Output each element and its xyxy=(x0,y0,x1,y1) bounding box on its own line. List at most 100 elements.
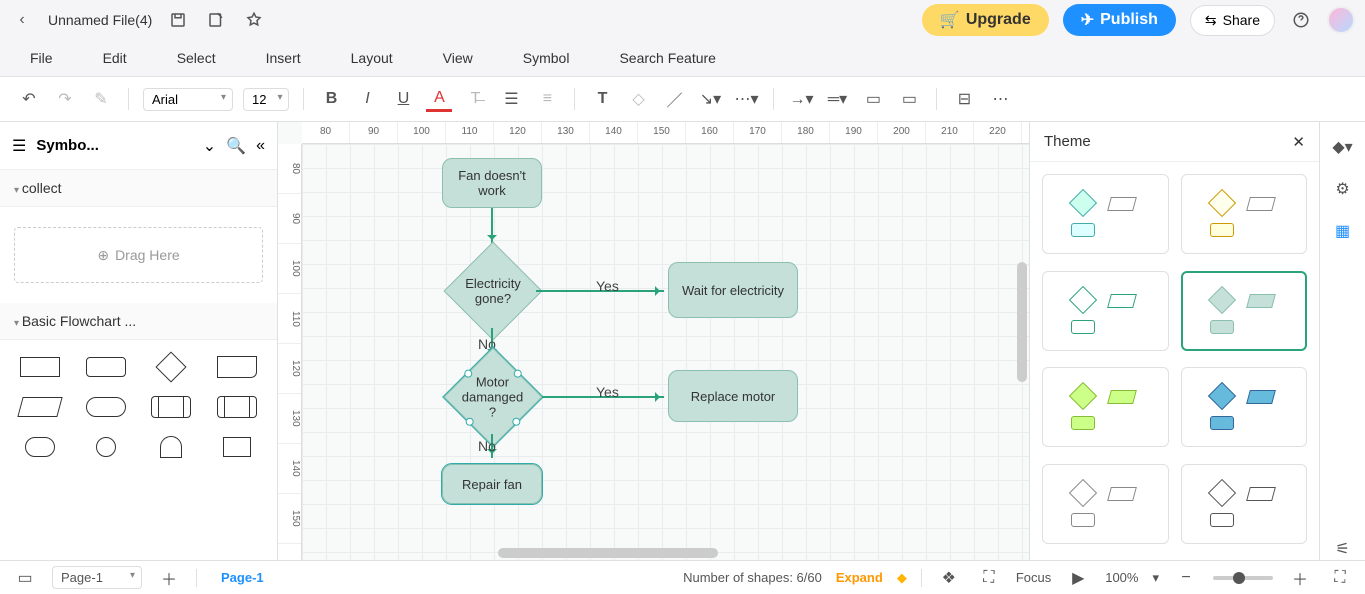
menu-select[interactable]: Select xyxy=(177,50,216,66)
theme-card[interactable] xyxy=(1042,367,1169,447)
clear-format-icon[interactable]: T̶ xyxy=(462,86,488,112)
avatar[interactable] xyxy=(1327,6,1355,34)
horizontal-scrollbar[interactable] xyxy=(498,548,718,558)
undo-icon[interactable]: ↶ xyxy=(16,86,42,112)
layout-icon[interactable]: ▭ xyxy=(12,565,38,591)
menu-search[interactable]: Search Feature xyxy=(619,50,716,66)
menu-file[interactable]: File xyxy=(30,50,53,66)
theme-title: Theme xyxy=(1044,133,1091,150)
add-page-icon[interactable]: ＋ xyxy=(156,565,182,591)
arrow-line-icon[interactable]: →▾ xyxy=(788,86,814,112)
node-decision-motor[interactable]: Motor damanged ? xyxy=(444,348,543,447)
shape-rounded[interactable] xyxy=(78,352,134,382)
theme-card[interactable] xyxy=(1042,174,1169,254)
line-spacing-icon[interactable]: ≡ xyxy=(534,86,560,112)
zoom-slider[interactable] xyxy=(1213,576,1273,580)
shape-decision[interactable] xyxy=(144,352,200,382)
theme-card[interactable] xyxy=(1181,367,1308,447)
node-wait[interactable]: Wait for electricity xyxy=(668,262,798,318)
shape-offpage[interactable] xyxy=(209,432,265,462)
section-basic-flowchart[interactable]: Basic Flowchart ... xyxy=(0,303,277,340)
toolbar: ↶ ↷ ✎ Arial 12 B I U A T̶ ☰ ≡ T ◇ ／ ↘▾ ⋯… xyxy=(0,76,1365,122)
theme-card[interactable] xyxy=(1042,271,1169,351)
shapes-count: Number of shapes: 6/60 xyxy=(683,570,822,585)
export-icon[interactable] xyxy=(204,8,228,32)
shape-stored[interactable] xyxy=(209,392,265,422)
font-size-select[interactable]: 12 xyxy=(243,88,289,111)
menu-symbol[interactable]: Symbol xyxy=(523,50,570,66)
share-button[interactable]: ⇆Share xyxy=(1190,5,1275,36)
menu-insert[interactable]: Insert xyxy=(266,50,301,66)
connector-icon[interactable]: ↘▾ xyxy=(697,86,723,112)
shape-predefined[interactable] xyxy=(144,392,200,422)
shape-process[interactable] xyxy=(12,352,68,382)
canvas-area[interactable]: 8090100110120130140150160170180190200210… xyxy=(278,122,1029,560)
focus-label[interactable]: Focus xyxy=(1016,570,1051,585)
page-select[interactable]: Page-1 xyxy=(52,566,142,589)
node-start[interactable]: Fan doesn't work xyxy=(442,158,542,208)
font-select[interactable]: Arial xyxy=(143,88,233,111)
settings-icon[interactable]: ⚙ xyxy=(1332,178,1354,200)
search-icon[interactable]: 🔍 xyxy=(226,136,246,156)
line-style-icon[interactable]: ═▾ xyxy=(824,86,850,112)
zoom-level[interactable]: 100% xyxy=(1105,570,1138,585)
apps-icon[interactable]: ▦ xyxy=(1332,220,1354,242)
distribute-icon[interactable]: ⊟ xyxy=(951,86,977,112)
text-tool-icon[interactable]: T xyxy=(589,86,615,112)
help-icon[interactable] xyxy=(1289,8,1313,32)
diamond-icon[interactable]: ◆ xyxy=(897,570,907,586)
save-icon[interactable] xyxy=(166,8,190,32)
menu-layout[interactable]: Layout xyxy=(351,50,393,66)
theme-card-selected[interactable] xyxy=(1181,271,1308,351)
redo-icon[interactable]: ↷ xyxy=(52,86,78,112)
collapse-icon[interactable]: « xyxy=(256,137,265,155)
node-decision-electricity[interactable]: Electricity gone? xyxy=(444,242,543,341)
align-icon[interactable]: ☰ xyxy=(498,86,524,112)
vertical-scrollbar[interactable] xyxy=(1017,262,1027,382)
line-color-icon[interactable]: ／ xyxy=(661,86,687,112)
star-icon[interactable] xyxy=(242,8,266,32)
back-icon[interactable]: ‹ xyxy=(10,8,34,32)
fullscreen-icon[interactable]: ⛶ xyxy=(1327,565,1353,591)
close-icon[interactable]: ✕ xyxy=(1292,133,1305,151)
node-replace[interactable]: Replace motor xyxy=(668,370,798,422)
menu-view[interactable]: View xyxy=(443,50,473,66)
format-painter-icon[interactable]: ✎ xyxy=(88,86,114,112)
focus-icon[interactable]: ⛶ xyxy=(976,565,1002,591)
shape-document[interactable] xyxy=(209,352,265,382)
underline-icon[interactable]: U xyxy=(390,86,416,112)
bold-icon[interactable]: B xyxy=(318,86,344,112)
page-tab[interactable]: Page-1 xyxy=(211,566,274,589)
more-icon[interactable]: ⋯ xyxy=(987,86,1013,112)
shape-data[interactable] xyxy=(12,392,68,422)
style-icon[interactable]: ⋯▾ xyxy=(733,86,759,112)
layers-icon[interactable]: ❖ xyxy=(936,565,962,591)
fill-icon[interactable]: ◇ xyxy=(625,86,651,112)
expand-icon[interactable]: ⌄ xyxy=(203,136,216,156)
section-collect[interactable]: collect xyxy=(0,170,277,207)
menu-edit[interactable]: Edit xyxy=(103,50,127,66)
shape-display[interactable] xyxy=(12,432,68,462)
shape-terminator[interactable] xyxy=(78,392,134,422)
theme-card[interactable] xyxy=(1181,174,1308,254)
publish-button[interactable]: ✈Publish xyxy=(1063,4,1176,36)
shape-manual-input[interactable] xyxy=(144,432,200,462)
shape-connector[interactable] xyxy=(78,432,134,462)
layer-back-icon[interactable]: ▭ xyxy=(896,86,922,112)
node-repair[interactable]: Repair fan xyxy=(442,464,542,504)
italic-icon[interactable]: I xyxy=(354,86,380,112)
zoom-out-icon[interactable]: − xyxy=(1173,565,1199,591)
sliders-icon[interactable]: ⚟ xyxy=(1332,538,1354,560)
expand-button[interactable]: Expand xyxy=(836,570,883,585)
canvas[interactable]: Fan doesn't work Electricity gone? Yes W… xyxy=(302,144,1029,560)
paint-icon[interactable]: ◆▾ xyxy=(1332,136,1354,158)
theme-card[interactable] xyxy=(1181,464,1308,544)
layer-front-icon[interactable]: ▭ xyxy=(860,86,886,112)
theme-card[interactable] xyxy=(1042,464,1169,544)
play-icon[interactable]: ▶ xyxy=(1065,565,1091,591)
font-color-icon[interactable]: A xyxy=(426,86,452,112)
shapes-grid xyxy=(0,340,277,474)
drop-zone[interactable]: ⊕Drag Here xyxy=(14,227,263,283)
upgrade-button[interactable]: 🛒Upgrade xyxy=(922,4,1049,36)
zoom-in-icon[interactable]: ＋ xyxy=(1287,565,1313,591)
